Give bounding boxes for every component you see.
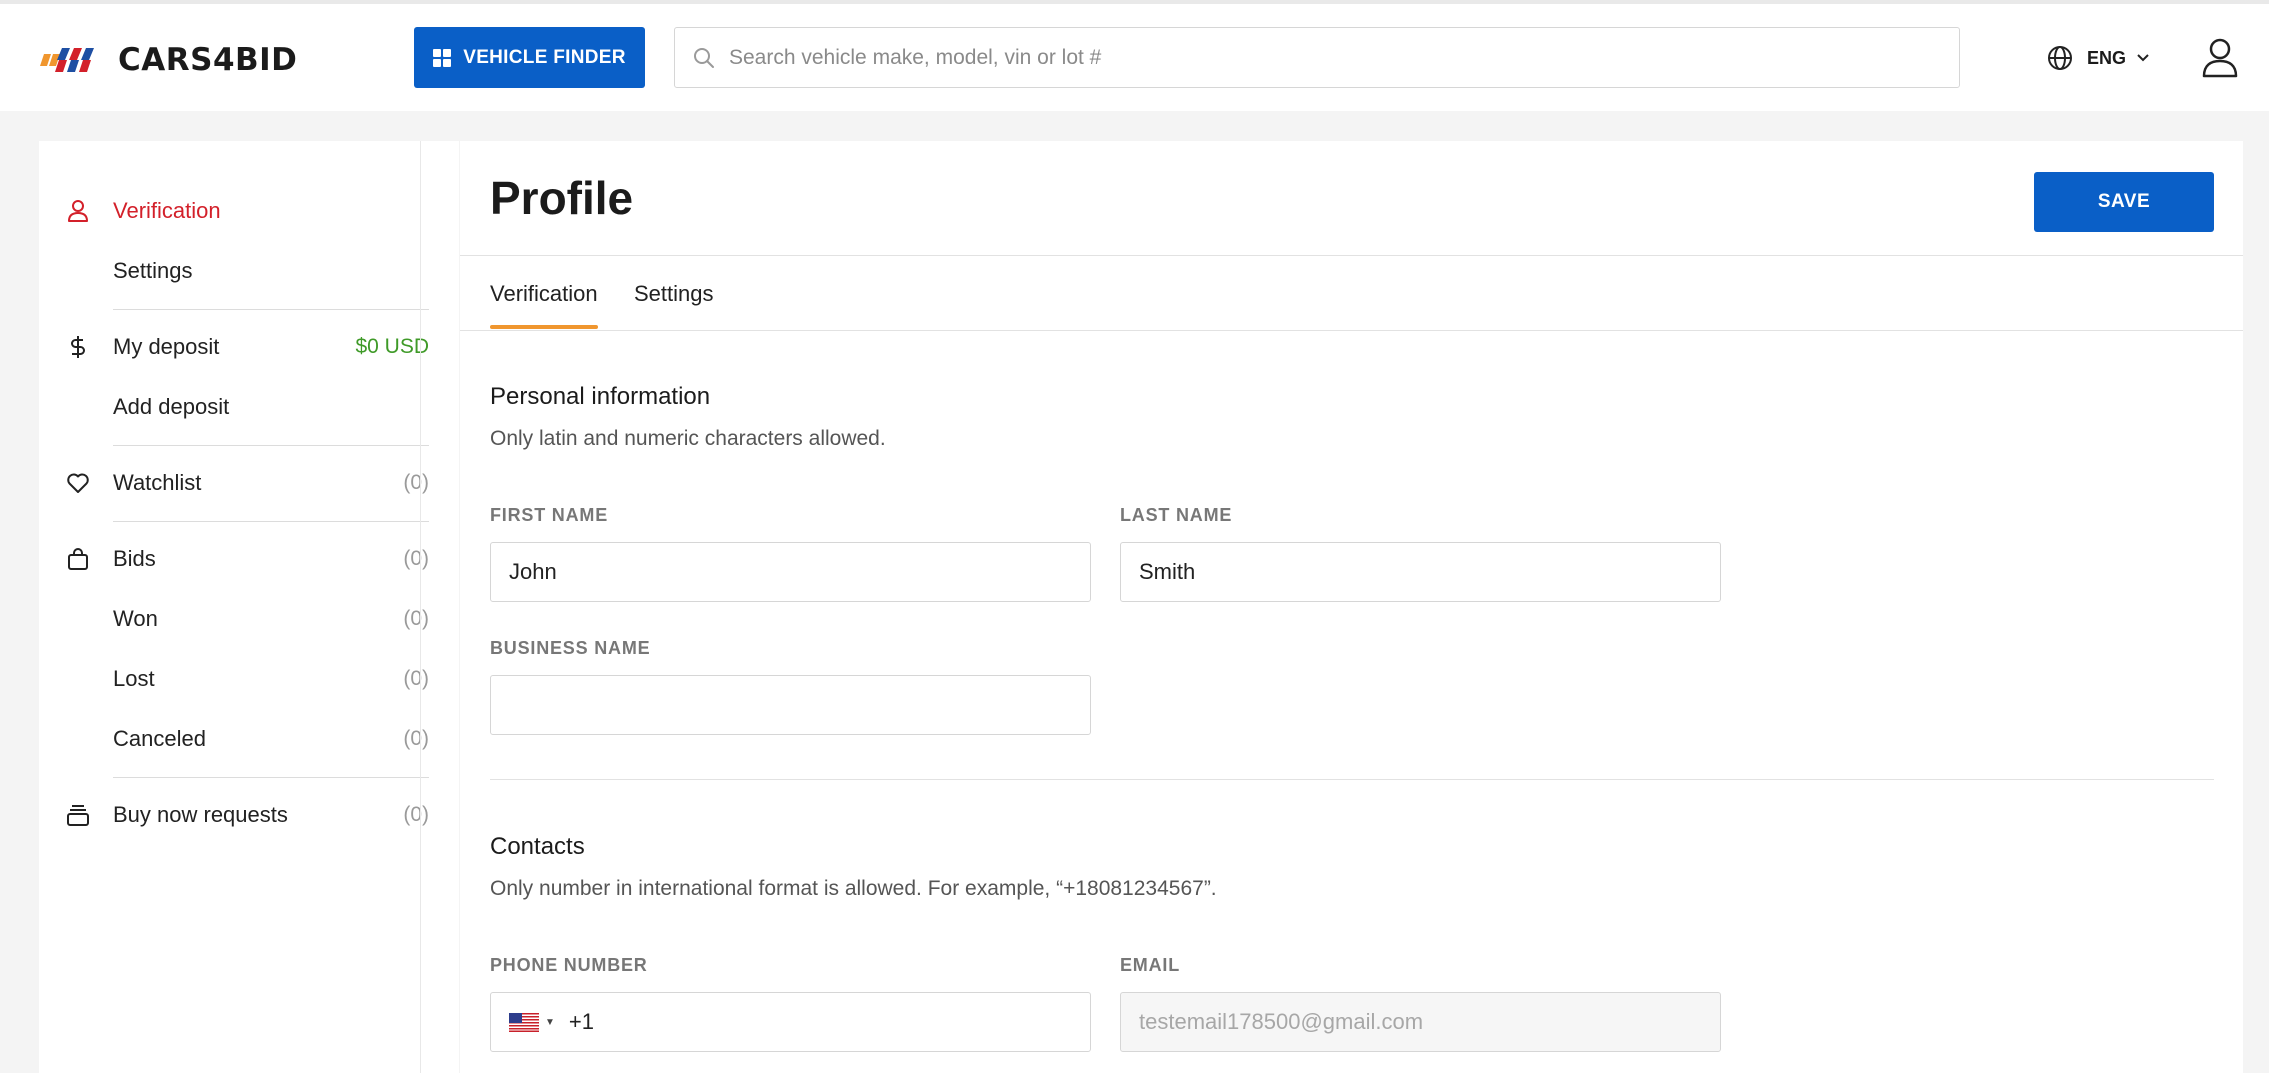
search-input[interactable] bbox=[729, 45, 1929, 70]
sidebar-item-add-deposit[interactable]: Add deposit bbox=[39, 387, 459, 427]
phone-number-input[interactable] bbox=[568, 1009, 1090, 1035]
bids-count: (0) bbox=[403, 547, 429, 570]
tab-verification[interactable]: Verification bbox=[490, 281, 598, 329]
phone-number-label: PHONE NUMBER bbox=[490, 955, 648, 975]
language-label: ENG bbox=[2087, 47, 2127, 68]
email-label: EMAIL bbox=[1120, 955, 1180, 975]
business-name-field[interactable] bbox=[490, 675, 1091, 735]
page-title: Profile bbox=[490, 172, 634, 224]
caret-down-icon: ▼ bbox=[545, 1016, 555, 1028]
sidebar-item-watchlist[interactable]: Watchlist (0) bbox=[39, 463, 459, 503]
divider bbox=[113, 309, 429, 310]
sidebar-item-bids[interactable]: Bids (0) bbox=[39, 539, 459, 579]
search-bar[interactable] bbox=[674, 27, 1960, 88]
section-subtitle-personal: Only latin and numeric characters allowe… bbox=[490, 427, 886, 450]
sidebar-item-label: Buy now requests bbox=[113, 802, 288, 827]
profile-panel: Profile SAVE Verification Settings Perso… bbox=[460, 141, 2243, 1073]
sidebar-item-label: Watchlist bbox=[113, 470, 202, 495]
tab-settings[interactable]: Settings bbox=[634, 281, 714, 329]
shopping-bag-icon bbox=[68, 548, 88, 570]
sidebar-item-buy-now-requests[interactable]: Buy now requests (0) bbox=[39, 795, 459, 835]
first-name-input[interactable] bbox=[509, 559, 1090, 585]
divider bbox=[113, 777, 429, 778]
logo-text: CARS4BID bbox=[118, 42, 298, 78]
first-name-label: FIRST NAME bbox=[490, 505, 608, 525]
lost-count: (0) bbox=[403, 667, 429, 690]
chevron-down-icon bbox=[2137, 54, 2149, 62]
sidebar-item-canceled[interactable]: Canceled (0) bbox=[39, 719, 459, 759]
vehicle-finder-button[interactable]: VEHICLE FINDER bbox=[414, 27, 645, 88]
sidebar-item-label: Bids bbox=[113, 546, 156, 571]
language-selector[interactable]: ENG bbox=[2047, 44, 2150, 72]
divider bbox=[113, 445, 429, 446]
phone-number-field[interactable]: ▼ bbox=[490, 992, 1091, 1052]
sidebar-item-won[interactable]: Won (0) bbox=[39, 599, 459, 639]
divider bbox=[490, 779, 2214, 780]
sidebar-item-lost[interactable]: Lost (0) bbox=[39, 659, 459, 699]
search-icon bbox=[694, 47, 714, 68]
logo-stripes-icon bbox=[40, 48, 94, 72]
sidebar-item-label: My deposit bbox=[113, 334, 220, 359]
sidebar-item-verification[interactable]: Verification bbox=[39, 191, 459, 231]
section-subtitle-contacts: Only number in international format is a… bbox=[490, 877, 1217, 900]
first-name-field[interactable] bbox=[490, 542, 1091, 602]
sidebar-item-label: Canceled bbox=[113, 726, 206, 751]
us-flag-icon bbox=[509, 1012, 539, 1032]
sidebar-divider bbox=[420, 141, 421, 1073]
business-name-label: BUSINESS NAME bbox=[490, 638, 651, 658]
sidebar-item-label: Won bbox=[113, 606, 158, 631]
account-sidebar: Verification Settings My deposit $0 USD … bbox=[39, 141, 459, 1073]
business-name-input[interactable] bbox=[509, 692, 1090, 718]
last-name-input[interactable] bbox=[1139, 559, 1720, 585]
country-code-selector[interactable]: ▼ bbox=[509, 1012, 555, 1032]
sidebar-item-label: Add deposit bbox=[113, 394, 230, 419]
email-field bbox=[1120, 992, 1721, 1052]
sidebar-item-my-deposit[interactable]: My deposit $0 USD bbox=[39, 327, 459, 367]
sidebar-item-settings[interactable]: Settings bbox=[39, 251, 459, 291]
vehicle-finder-label: VEHICLE FINDER bbox=[463, 46, 626, 68]
heart-icon bbox=[67, 473, 89, 493]
logo[interactable]: CARS4BID bbox=[38, 42, 297, 78]
site-header: CARS4BID VEHICLE FINDER ENG bbox=[0, 4, 2269, 111]
stack-icon bbox=[67, 805, 89, 826]
last-name-label: LAST NAME bbox=[1120, 505, 1233, 525]
section-title-personal: Personal information bbox=[490, 383, 711, 410]
save-button[interactable]: SAVE bbox=[2034, 172, 2214, 232]
grid-icon bbox=[433, 48, 452, 67]
user-account-icon[interactable] bbox=[2201, 38, 2239, 78]
email-input bbox=[1139, 1009, 1720, 1035]
divider bbox=[460, 330, 2243, 331]
divider bbox=[460, 255, 2243, 256]
section-title-contacts: Contacts bbox=[490, 833, 585, 860]
deposit-amount: $0 USD bbox=[355, 335, 429, 358]
sidebar-item-label: Lost bbox=[113, 666, 155, 691]
won-count: (0) bbox=[403, 607, 429, 630]
divider bbox=[113, 521, 429, 522]
buy-now-count: (0) bbox=[403, 803, 429, 826]
sidebar-item-label: Verification bbox=[113, 198, 221, 223]
last-name-field[interactable] bbox=[1120, 542, 1721, 602]
sidebar-item-label: Settings bbox=[113, 258, 193, 283]
user-icon bbox=[68, 200, 88, 222]
canceled-count: (0) bbox=[403, 727, 429, 750]
globe-icon bbox=[2048, 46, 2072, 70]
dollar-icon bbox=[71, 336, 85, 358]
watchlist-count: (0) bbox=[403, 471, 429, 494]
